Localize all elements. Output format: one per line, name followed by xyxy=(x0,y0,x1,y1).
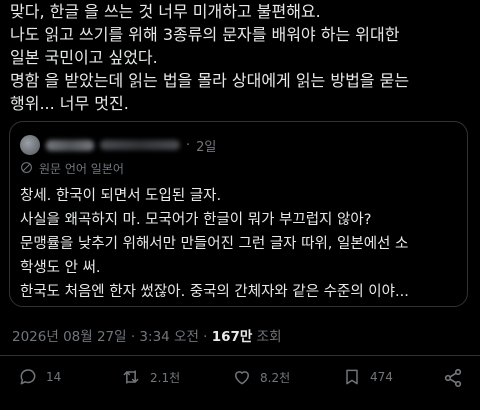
like-icon xyxy=(232,367,252,387)
quote-line: 문맹률을 낮추기 위해서만 만들어진 그런 글자 따위, 일본에선 소 xyxy=(20,236,409,252)
quote-line: 한국도 처음엔 한자 썼잖아. 중국의 간체자와 같은 수준의 이야... xyxy=(20,284,409,300)
share-button[interactable] xyxy=(442,367,464,389)
avatar[interactable] xyxy=(20,135,40,155)
quote-author-row: · 2일 xyxy=(20,135,216,155)
quote-line: 사실을 왜곡하지 마. 모국어가 한글이 뭐가 부끄럽지 않아? xyxy=(20,212,372,228)
action-bar: 14 2.1천 8.2천 474 xyxy=(0,363,480,395)
repost-button[interactable]: 2.1천 xyxy=(120,367,180,387)
bookmark-icon xyxy=(342,367,362,387)
post-line: 일본 국민이고 싶었다. xyxy=(10,48,158,67)
repost-count: 2.1천 xyxy=(150,370,181,385)
timestamp[interactable]: 2026년 08월 27일 · 3:34 오전 · xyxy=(12,329,212,345)
quote-time[interactable]: 2일 xyxy=(196,136,216,155)
like-count: 8.2천 xyxy=(260,370,291,385)
post-line: 맞다, 한글 을 쓰는 것 너무 미개하고 불편해요. xyxy=(10,2,321,21)
bookmark-count: 474 xyxy=(370,370,393,384)
reply-count: 14 xyxy=(46,370,62,384)
blurred-handle xyxy=(100,140,180,150)
divider xyxy=(0,355,480,356)
translation-note[interactable]: 원문 언어 일본어 xyxy=(20,160,124,177)
post-meta: 2026년 08월 27일 · 3:34 오전 · 167만 조회 xyxy=(12,325,282,345)
share-icon xyxy=(442,367,464,389)
views-label: 조회 xyxy=(252,329,282,345)
reply-icon xyxy=(18,367,38,387)
post-line: 명함 을 받았는데 읽는 법을 몰라 상대에게 읽는 방법을 묻는 xyxy=(10,71,410,90)
views-count: 167만 xyxy=(211,329,253,345)
quoted-post[interactable]: · 2일 원문 언어 일본어 창세. 한국이 되면서 도입된 글자. 사실을 왜… xyxy=(9,121,468,307)
like-button[interactable]: 8.2천 xyxy=(232,367,290,387)
quote-line: 학생도 안 써. xyxy=(20,260,101,276)
post-line: 행위... 너무 멋진. xyxy=(10,94,129,113)
blurred-display-name xyxy=(46,139,94,151)
translation-label: 원문 언어 일본어 xyxy=(39,162,124,176)
post-line: 나도 읽고 쓰기를 위해 3종류의 문자를 배워야 하는 위대한 xyxy=(10,25,400,44)
repost-icon xyxy=(120,367,142,387)
quote-line: 창세. 한국이 되면서 도입된 글자. xyxy=(20,188,222,204)
reply-button[interactable]: 14 xyxy=(18,367,61,387)
translate-icon xyxy=(20,161,33,177)
bookmark-button[interactable]: 474 xyxy=(342,367,393,387)
quote-separator: · xyxy=(186,137,191,153)
post-body: 맞다, 한글 을 쓰는 것 너무 미개하고 불편해요. 나도 읽고 쓰기를 위해… xyxy=(10,0,472,115)
quote-body: 창세. 한국이 되면서 도입된 글자. 사실을 왜곡하지 마. 모국어가 한글이… xyxy=(20,184,460,304)
